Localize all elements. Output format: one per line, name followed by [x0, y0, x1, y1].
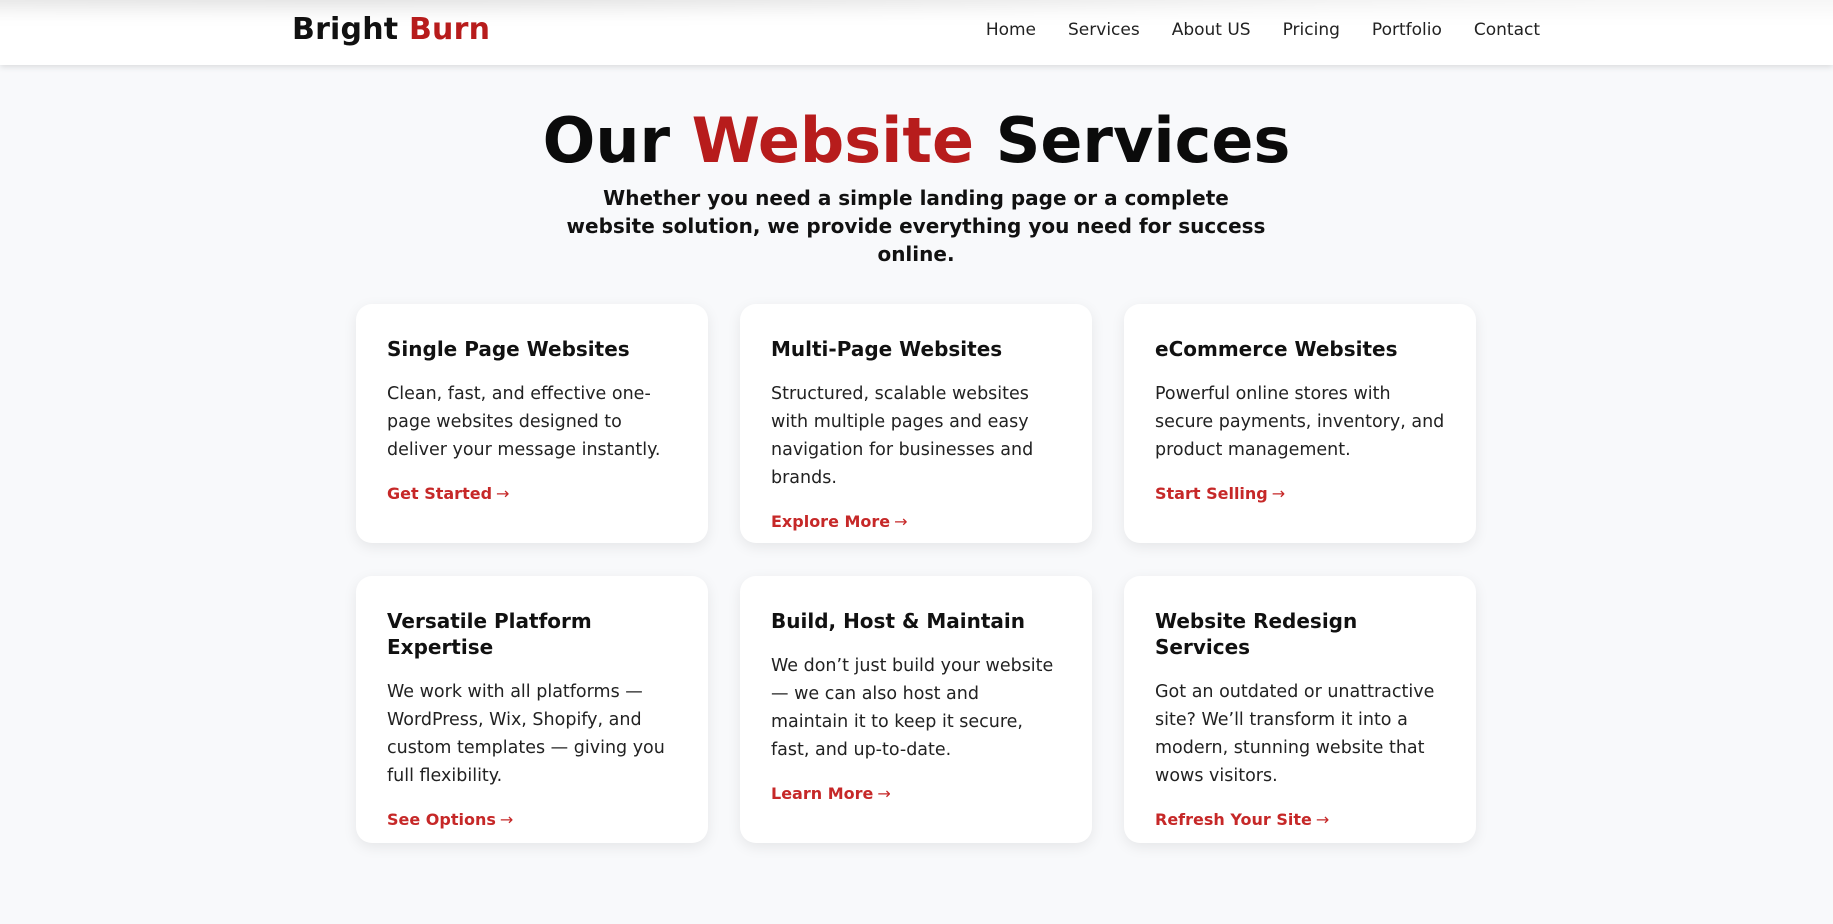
- title-accent: Website: [691, 104, 975, 177]
- card-description: Clean, fast, and effective one-page webs…: [387, 384, 661, 460]
- cta-label: Explore More: [771, 512, 891, 531]
- card-title: eCommerce Websites: [1155, 337, 1398, 361]
- service-card-redesign: Website Redesign Services Got an outdate…: [1124, 576, 1476, 843]
- card-title: Versatile Platform Expertise: [387, 609, 592, 659]
- cta-label: Refresh Your Site: [1155, 810, 1312, 829]
- nav-about-us[interactable]: About US: [1172, 20, 1251, 40]
- cta-label: Learn More: [771, 784, 874, 803]
- cta-label: Get Started: [387, 484, 493, 503]
- nav-pricing[interactable]: Pricing: [1283, 20, 1340, 40]
- nav-portfolio[interactable]: Portfolio: [1372, 20, 1442, 40]
- right-arrow-icon: →: [877, 784, 891, 803]
- card-description: We don’t just build your website — we ca…: [771, 656, 1054, 760]
- page-subtitle: Whether you need a simple landing page o…: [566, 186, 1266, 266]
- explore-more-link[interactable]: Explore More →: [771, 512, 908, 531]
- site-header: Bright Burn Home Services About US Prici…: [0, 0, 1833, 65]
- learn-more-link[interactable]: Learn More →: [771, 784, 891, 803]
- card-description: Got an outdated or unattractive site? We…: [1155, 682, 1435, 786]
- refresh-your-site-link[interactable]: Refresh Your Site →: [1155, 810, 1329, 829]
- nav-contact[interactable]: Contact: [1474, 20, 1540, 40]
- card-description: Structured, scalable websites with multi…: [771, 384, 1034, 488]
- page-title: Our Website Services: [0, 104, 1833, 177]
- card-title: Website Redesign Services: [1155, 609, 1358, 659]
- right-arrow-icon: →: [496, 484, 510, 503]
- right-arrow-icon: →: [1271, 484, 1286, 503]
- service-card-single-page: Single Page Websites Clean, fast, and ef…: [356, 304, 708, 543]
- card-title: Multi-Page Websites: [771, 337, 1003, 361]
- start-selling-link[interactable]: Start Selling →: [1155, 484, 1285, 503]
- cta-label: See Options: [387, 810, 496, 829]
- service-card-multi-page: Multi-Page Websites Structured, scalable…: [740, 304, 1092, 543]
- see-options-link[interactable]: See Options →: [387, 810, 513, 829]
- card-title: Build, Host & Maintain: [771, 609, 1026, 633]
- service-card-ecommerce: eCommerce Websites Powerful online store…: [1124, 304, 1476, 543]
- title-part-2: Services: [995, 104, 1291, 177]
- right-arrow-icon: →: [499, 810, 514, 829]
- card-description: We work with all platforms — WordPress, …: [387, 682, 665, 786]
- brand-name: Bright: [292, 12, 399, 47]
- right-arrow-icon: →: [894, 512, 908, 531]
- brand-logo[interactable]: Bright Burn: [292, 12, 490, 47]
- service-card-build-host-maintain: Build, Host & Maintain We don’t just bui…: [740, 576, 1092, 843]
- card-description: Powerful online stores with secure payme…: [1155, 384, 1445, 460]
- right-arrow-icon: →: [1315, 810, 1330, 829]
- nav-services[interactable]: Services: [1068, 20, 1140, 40]
- service-card-platform-expertise: Versatile Platform Expertise We work wit…: [356, 576, 708, 843]
- brand-accent: Burn: [408, 12, 491, 47]
- title-part-1: Our: [542, 104, 671, 177]
- nav-home[interactable]: Home: [986, 20, 1036, 40]
- main-nav: Home Services About US Pricing Portfolio…: [986, 20, 1540, 40]
- get-started-link[interactable]: Get Started →: [387, 484, 509, 503]
- cta-label: Start Selling: [1155, 484, 1268, 503]
- card-title: Single Page Websites: [387, 337, 630, 361]
